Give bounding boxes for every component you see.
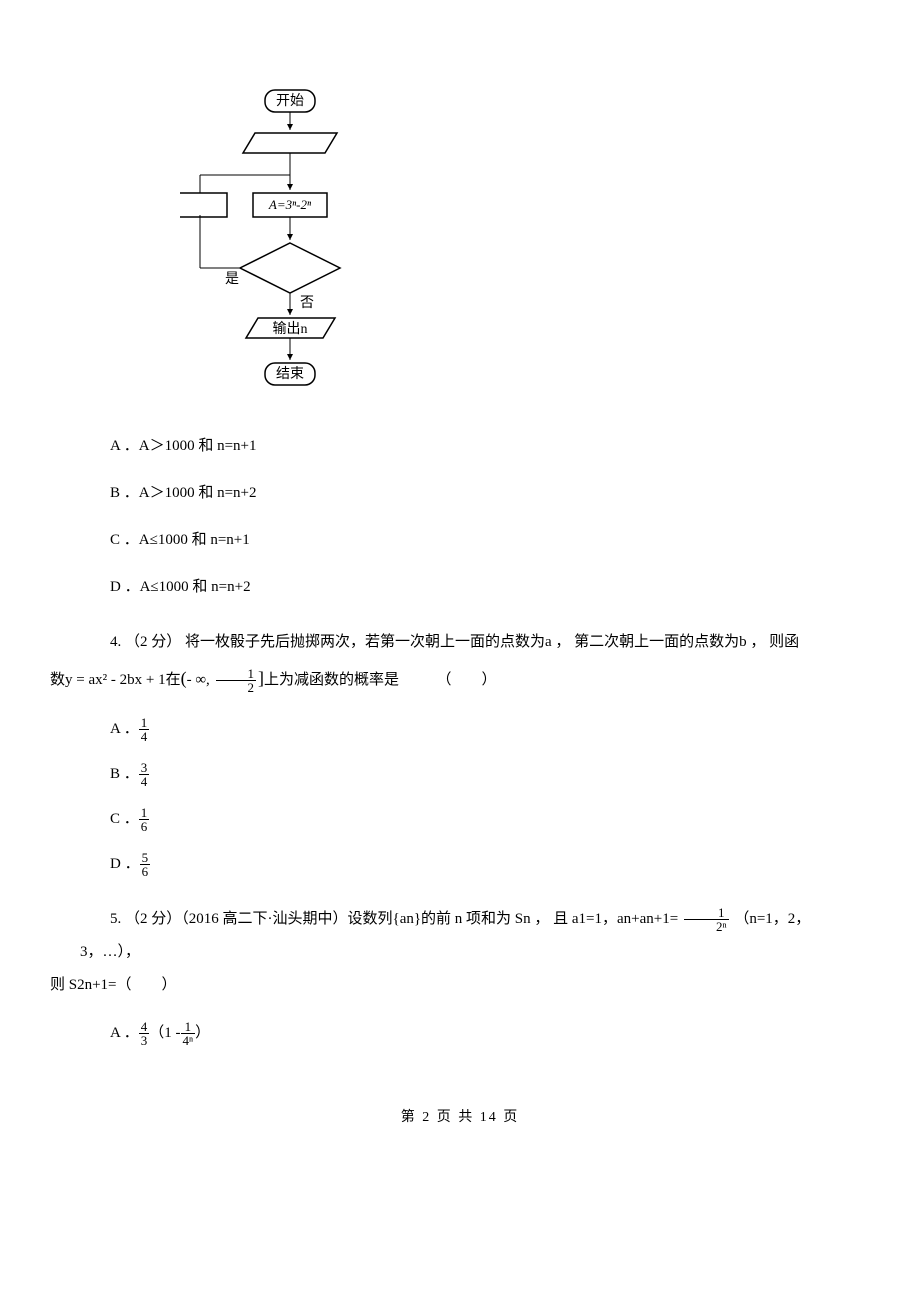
q5-stem-2: 则 S2n+1=（ ） bbox=[50, 977, 177, 993]
q5-optA-end: ） bbox=[195, 1022, 210, 1045]
q5-optA-prefix: A ． bbox=[110, 1022, 139, 1045]
q4-optD-prefix: D ． bbox=[110, 853, 140, 876]
svg-text:开始: 开始 bbox=[276, 93, 304, 109]
flowchart: 开始 A=3ⁿ-2ⁿ 是 否 输出n 结束 bbox=[180, 85, 840, 403]
q4-stem-line2a: 数y = ax² - 2bx + 1在 bbox=[50, 672, 181, 688]
q3-option-a: A ．A＞1000 和 n=n+1 bbox=[110, 433, 840, 460]
q5-frac1: 12ⁿ bbox=[684, 906, 729, 933]
svg-text:是: 是 bbox=[225, 272, 239, 287]
q3-option-d: D ．A≤1000 和 n=n+2 bbox=[110, 574, 840, 601]
q4-optA-prefix: A ． bbox=[110, 718, 139, 741]
q4-optC-frac: 16 bbox=[139, 806, 150, 833]
page-footer: 第 2 页 共 14 页 bbox=[80, 1107, 840, 1128]
q4-option-d: D ． 56 bbox=[110, 851, 840, 878]
svg-text:结束: 结束 bbox=[276, 366, 304, 382]
q4-interval-left: - ∞, bbox=[187, 672, 210, 688]
q4-optD-frac: 56 bbox=[140, 851, 151, 878]
q4-stem-line2b: 上为减函数的概率是 （ ） bbox=[264, 672, 497, 688]
q4-option-b: B ． 34 bbox=[110, 761, 840, 788]
q5-optA-frac1: 43 bbox=[139, 1020, 150, 1047]
q5-stem: 5. （2 分）（2016 高二下·汕头期中）设数列{an}的前 n 项和为 S… bbox=[80, 903, 840, 1002]
q4-interval-frac: 12 bbox=[216, 667, 257, 694]
svg-text:否: 否 bbox=[300, 296, 314, 311]
q4-optB-frac: 34 bbox=[139, 761, 150, 788]
q4-optC-prefix: C ． bbox=[110, 808, 139, 831]
q4-stem: 4. （2 分） 将一枚骰子先后抛掷两次，若第一次朝上一面的点数为a ， 第二次… bbox=[80, 626, 840, 699]
q4-optB-prefix: B ． bbox=[110, 763, 139, 786]
flowchart-svg: 开始 A=3ⁿ-2ⁿ 是 否 输出n 结束 bbox=[180, 85, 380, 395]
q3-option-b: B ．A＞1000 和 n=n+2 bbox=[110, 480, 840, 507]
q4-optA-frac: 14 bbox=[139, 716, 150, 743]
q5-optA-mid: （1 - bbox=[149, 1022, 180, 1045]
svg-text:输出n: 输出n bbox=[273, 321, 308, 337]
q5-stem-1a: 5. （2 分）（2016 高二下·汕头期中）设数列{an}的前 n 项和为 S… bbox=[110, 911, 682, 927]
svg-text:A=3ⁿ-2ⁿ: A=3ⁿ-2ⁿ bbox=[268, 197, 312, 212]
q5-optA-frac2: 14ⁿ bbox=[181, 1020, 196, 1047]
q4-option-c: C ． 16 bbox=[110, 806, 840, 833]
q4-option-a: A ． 14 bbox=[110, 716, 840, 743]
q3-option-c: C ．A≤1000 和 n=n+1 bbox=[110, 527, 840, 554]
q5-option-a: A ． 43 （1 - 14ⁿ ） bbox=[110, 1020, 840, 1047]
q4-stem-line1: 4. （2 分） 将一枚骰子先后抛掷两次，若第一次朝上一面的点数为a ， 第二次… bbox=[110, 634, 799, 650]
